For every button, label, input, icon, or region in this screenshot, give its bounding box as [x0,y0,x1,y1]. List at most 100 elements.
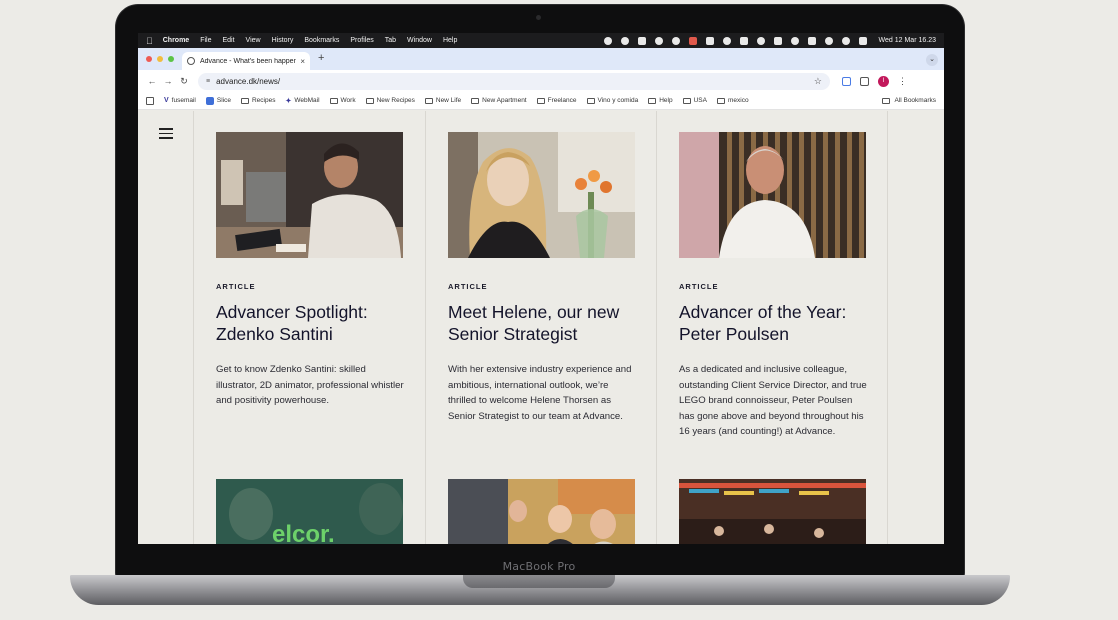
status-app-icon[interactable] [637,36,646,45]
bookmark-fusemail[interactable]: Vfusemail [164,97,196,104]
new-tab-button[interactable]: + [318,52,324,64]
chrome-menu-button[interactable]: ⋮ [898,76,907,87]
spotlight-search-icon[interactable] [841,36,850,45]
article-thumbnail[interactable] [679,479,866,544]
article-title[interactable]: Advancer of the Year: Peter Poulsen [679,301,867,345]
site-info-icon[interactable]: ≡ [206,78,210,85]
folder-icon [586,97,595,104]
apple-menu-icon[interactable]:  [146,36,153,46]
article-card[interactable]: ARTICLE Advancer of the Year: Peter Poul… [679,132,867,440]
article-title[interactable]: Meet Helene, our new Senior Strategist [448,301,636,345]
browser-toolbar: ← → ↻ ≡ advance.dk/news/ ☆ I ⋮ [138,70,944,92]
bookmark-work[interactable]: Work [329,97,356,104]
bookmark-label: fusemail [171,97,196,104]
reload-button[interactable]: ↻ [176,76,192,87]
status-app-icon[interactable] [688,36,697,45]
menu-view[interactable]: View [246,37,261,44]
screen:  Chrome File Edit View History Bookmark… [138,33,944,544]
article-card[interactable]: ARTICLE Meet Helene, our new Senior Stra… [448,132,636,424]
control-center-icon[interactable] [858,36,867,45]
bookmark-new-life[interactable]: New Life [424,97,461,104]
bluetooth-icon[interactable] [773,36,782,45]
article-tag: ARTICLE [679,282,719,291]
column-divider [425,111,426,544]
status-app-icon[interactable] [654,36,663,45]
all-bookmarks-button[interactable]: All Bookmarks [882,97,936,104]
reading-list-icon[interactable] [842,76,851,86]
profile-avatar[interactable]: I [878,75,889,87]
status-app-icon[interactable] [705,36,714,45]
status-app-icon[interactable] [722,36,731,45]
bookmark-new-recipes[interactable]: New Recipes [365,97,415,104]
menu-window[interactable]: Window [407,37,432,44]
tab-search-button[interactable]: ⌄ [926,54,938,66]
bookmark-help[interactable]: Help [648,97,673,104]
bookmark-mexico[interactable]: mexico [716,97,749,104]
fusemail-icon: V [164,97,169,104]
bookmark-label: Freelance [547,97,577,104]
close-tab-icon[interactable]: × [300,57,305,66]
article-thumbnail[interactable] [448,479,635,544]
menu-profiles[interactable]: Profiles [350,37,373,44]
menu-tab[interactable]: Tab [385,37,396,44]
news-page: ARTICLE Advancer Spotlight: Zdenko Santi… [138,111,944,544]
play-icon[interactable] [790,36,799,45]
back-button[interactable]: ← [144,76,160,86]
bookmark-star-icon[interactable]: ☆ [814,76,822,87]
macos-menu-bar:  Chrome File Edit View History Bookmark… [138,33,944,48]
all-bookmarks-label: All Bookmarks [894,97,936,104]
extensions-icon[interactable] [860,76,869,86]
status-app-icon[interactable] [739,36,748,45]
close-window-button[interactable] [146,56,152,62]
apps-grid-icon[interactable] [146,96,154,105]
tab-advance-news[interactable]: Advance - What's been happening × [182,52,310,70]
bookmark-webmail[interactable]: ✦ WebMail [285,97,319,105]
hamburger-menu-icon[interactable] [159,128,173,139]
bookmark-label: Recipes [251,97,276,104]
side-rail [138,111,194,544]
bookmark-usa[interactable]: USA [682,97,707,104]
bookmark-slice[interactable]: Slice [205,96,231,105]
status-app-icon[interactable] [671,36,680,45]
menu-history[interactable]: History [272,37,294,44]
address-bar[interactable]: ≡ advance.dk/news/ ☆ [198,72,830,90]
article-photo[interactable] [679,132,866,258]
menu-edit[interactable]: Edit [222,37,234,44]
status-app-icon[interactable] [603,36,612,45]
bookmark-freelance[interactable]: Freelance [536,97,577,104]
wifi-icon[interactable] [824,36,833,45]
menu-bookmarks[interactable]: Bookmarks [304,37,339,44]
bookmark-label: WebMail [294,97,320,104]
folder-icon [648,97,657,104]
bookmark-new-apartment[interactable]: New Apartment [471,97,527,104]
status-app-icon[interactable] [620,36,629,45]
article-tag: ARTICLE [216,282,256,291]
bookmark-vino-y-comida[interactable]: Vino y comida [586,97,638,104]
column-divider [656,111,657,544]
bookmark-label: New Recipes [376,97,415,104]
menu-app-name[interactable]: Chrome [163,37,189,44]
menu-help[interactable]: Help [443,37,457,44]
folder-icon [365,97,374,104]
forward-button[interactable]: → [160,76,176,86]
url-text[interactable]: advance.dk/news/ [216,77,814,86]
article-excerpt: Get to know Zdenko Santini: skilled illu… [216,364,404,407]
folder-icon [716,97,725,104]
toolbar-actions: I ⋮ [842,75,907,87]
window-controls [146,56,174,62]
airdrop-icon[interactable] [756,36,765,45]
article-thumbnail[interactable]: elcor. [216,479,403,544]
menu-clock[interactable]: Wed 12 Mar 16.23 [879,37,936,44]
minimize-window-button[interactable] [157,56,163,62]
article-tag: ARTICLE [448,282,488,291]
article-photo[interactable] [448,132,635,258]
tab-title: Advance - What's been happening [200,57,297,65]
folder-icon [240,97,249,104]
article-title[interactable]: Advancer Spotlight: Zdenko Santini [216,301,404,345]
zoom-window-button[interactable] [168,56,174,62]
article-card[interactable]: ARTICLE Advancer Spotlight: Zdenko Santi… [216,132,404,409]
menu-file[interactable]: File [200,37,211,44]
bookmark-recipes[interactable]: Recipes [240,97,276,104]
battery-icon[interactable] [807,36,816,45]
article-photo[interactable] [216,132,403,258]
